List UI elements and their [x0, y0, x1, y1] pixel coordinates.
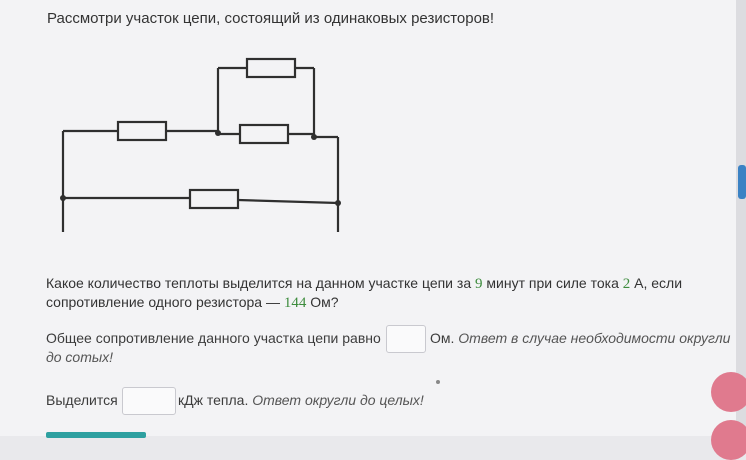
- resistor-1: [116, 120, 168, 142]
- resistor-4: [188, 188, 240, 210]
- junction-2: [311, 134, 317, 140]
- help-float-button[interactable]: [711, 372, 746, 412]
- scroll-thumb[interactable]: [738, 165, 746, 199]
- submit-button-edge[interactable]: [46, 432, 146, 438]
- question-minutes: 9: [475, 276, 483, 292]
- question-text: Какое количество теплоты выделится на да…: [46, 274, 686, 312]
- question-part1: Какое количество теплоты выделится на да…: [46, 275, 475, 291]
- task-card: Рассмотри участок цепи, состоящий из оди…: [0, 0, 736, 438]
- answer1-label: Общее сопротивление данного участка цепи…: [46, 330, 381, 346]
- junction-1: [215, 130, 221, 136]
- separator-dot: [436, 380, 440, 384]
- question-part5: Ом?: [306, 294, 339, 310]
- resistor-3: [238, 123, 290, 145]
- heat-input[interactable]: [122, 387, 176, 415]
- answer2-suffix: кДж тепла. Ответ округли до целых!: [178, 392, 424, 408]
- scrollbar[interactable]: [736, 0, 746, 436]
- answer2-label: Выделится: [46, 392, 118, 408]
- question-part3: А, если: [630, 275, 683, 291]
- wire-bottom-right: [237, 198, 339, 205]
- circuit-diagram: [60, 57, 341, 232]
- question-resistance: 144: [283, 295, 307, 311]
- junction-4: [335, 200, 341, 206]
- answer2-hint: Ответ округли до целых!: [252, 392, 424, 408]
- question-part2: минут при силе тока: [482, 275, 623, 291]
- chat-float-button[interactable]: [711, 420, 746, 460]
- answer2-unit: кДж тепла.: [178, 392, 249, 408]
- answer1-hint-cont: до сотых!: [46, 349, 114, 365]
- junction-3: [60, 195, 66, 201]
- resistor-2: [245, 57, 297, 79]
- answer1-suffix: Ом. Ответ в случае необходимости округли: [430, 330, 730, 346]
- resistance-input[interactable]: [386, 325, 426, 353]
- answer1-hint: Ответ в случае необходимости округли: [458, 330, 731, 346]
- answer1-unit: Ом.: [430, 330, 455, 346]
- question-part4: сопротивление одного резистора —: [46, 294, 284, 310]
